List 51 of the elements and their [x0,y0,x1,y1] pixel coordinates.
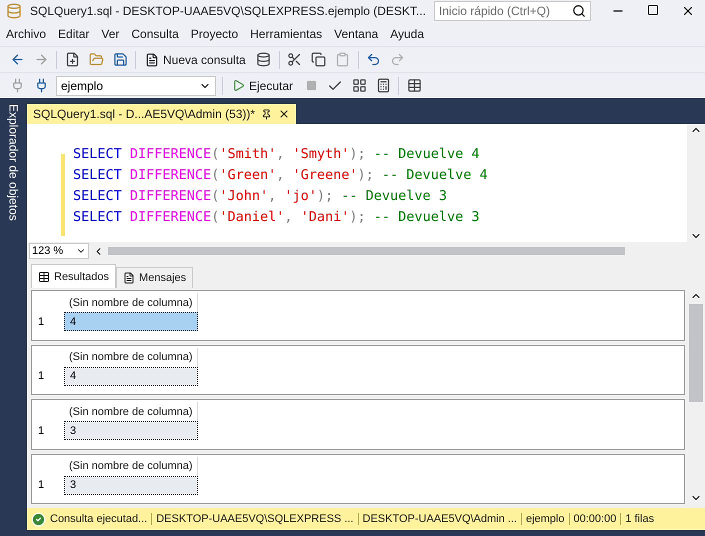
table-cell[interactable]: 3 [64,476,198,494]
code-line: SELECT DIFFERENCE('John', 'jo'); -- Devuelve 3 [72,187,448,206]
status-text: DESKTOP-UAAE5VQ\SQLEXPRESS ... [151,513,358,525]
results-tab[interactable]: Resultados [31,264,116,288]
menu-item[interactable]: Herramientas [248,27,332,41]
menu-item[interactable]: Proyecto [188,27,248,41]
execute-button[interactable]: Ejecutar [229,74,296,96]
table-cell[interactable]: 4 [64,312,198,331]
table-cell[interactable]: 3 [64,421,198,440]
code-line: SELECT DIFFERENCE('Daniel', 'Dani'); -- Devuelve 3 [72,208,480,227]
status-text: 1 filas [620,513,658,525]
document-tab[interactable]: SQLQuery1.sql - D...AE5VQ\Admin (53))* [27,104,296,124]
document-icon [123,272,136,284]
menu-item[interactable]: Consulta [129,27,189,41]
status-text: 00:00:00 [568,513,620,525]
database-dropdown[interactable]: ejemplo [56,76,216,96]
status-text: DESKTOP-UAAE5VQ\Admin ... [358,513,521,525]
menu-item[interactable]: Ver [99,27,130,41]
menu-item[interactable]: Editar [56,27,100,41]
row-number: 1 [37,314,46,330]
status-text: Consulta ejecutad... [49,513,148,525]
menu-item[interactable]: Ayuda [388,27,434,41]
search-icon [572,4,586,18]
menu-item[interactable]: Ventana [332,27,388,41]
quick-launch-field[interactable]: Inicio rápido (Ctrl+Q) [434,1,591,21]
row-number: 1 [37,478,46,493]
side-tab[interactable]: Explorador de objetos [6,104,20,536]
scrollbar-thumb[interactable] [689,304,703,402]
database-icon[interactable] [254,50,273,68]
pin-icon[interactable] [261,108,272,120]
results-tab[interactable]: Mensajes [116,267,194,288]
window-title: SQLQuery1.sql - DESKTOP-UAAE5VQ\SQLEXPRESS.ejemplo (DESKT... [30,4,426,18]
close-button[interactable] [681,4,695,18]
scrollbar-thumb[interactable] [108,247,625,255]
document-icon [145,52,159,66]
row-number: 1 [37,424,46,438]
code-line: SELECT DIFFERENCE('Smith', 'Smyth'); -- Devuelve 4 [72,145,480,164]
table-icon [38,270,50,282]
new-query-button[interactable]: Nueva consulta [142,48,249,70]
row-number: 1 [37,369,46,384]
maximize-button[interactable] [647,4,659,16]
status-text: ejemplo [520,513,568,525]
app-icon [6,2,22,20]
copy-icon[interactable] [310,50,328,68]
table-cell[interactable]: 4 [64,366,198,386]
code-line: SELECT DIFFERENCE('Green', 'Greene'); -- Devuelve 4 [72,166,489,185]
play-icon [232,79,245,92]
menu-item[interactable]: Archivo [4,27,56,41]
close-icon[interactable] [278,108,290,120]
success-icon [31,512,46,526]
zoom-dropdown[interactable]: 123 % [29,243,89,259]
